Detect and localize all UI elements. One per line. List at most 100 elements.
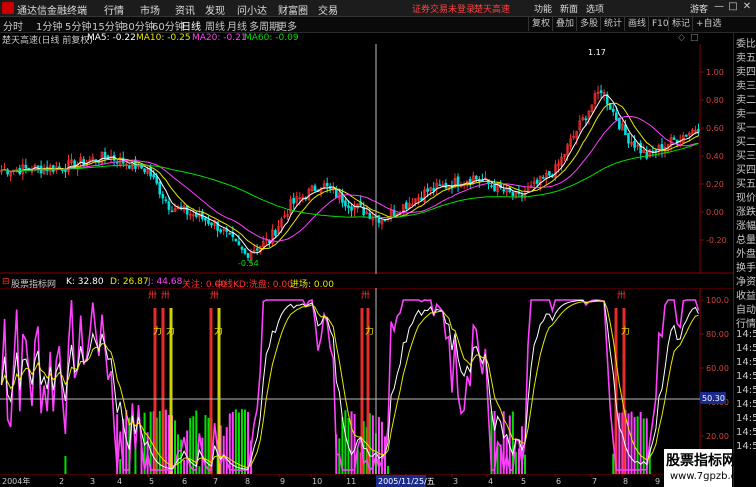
ma60-value: MA60: -0.09 [244,33,299,43]
k-line [1,299,699,470]
candle-body [685,134,688,137]
side-panel-item: 卖五 [736,53,756,64]
candle-body [36,165,40,168]
period-month[interactable]: 月线 [227,18,247,33]
signal-bar [183,459,186,474]
side-panel-item: 买五 [736,179,756,190]
btn-biaoji[interactable]: 标记 [668,17,693,31]
menu-faxian[interactable]: 发现 [205,2,225,17]
power-marker: 力 [153,325,162,337]
login-notice[interactable]: 证券交易未登录 [412,2,475,15]
signal-bar [642,418,645,474]
indicator-collapse-icon[interactable]: ⊟ [2,277,10,287]
date-tick-label: 7 [213,477,218,486]
candle-body [511,192,515,196]
candle-body [347,205,350,208]
watermark-title: 股票指标网 [666,453,736,469]
period-fenshi[interactable]: 分时 [3,18,23,33]
menu-jiaoyi[interactable]: 交易 [318,2,338,17]
btn-fuquan[interactable]: 复权 [528,17,553,31]
high-price-label: 1.17 [588,48,606,57]
settings-icon[interactable]: ◇ [678,33,685,43]
period-1min[interactable]: 1分钟 [36,18,62,33]
btn-tongji[interactable]: 统计 [600,17,625,31]
ma10-line [1,102,699,250]
ma20-line [1,115,699,242]
side-panel-item: 卖二 [736,95,756,106]
btn-diejia[interactable]: 叠加 [552,17,577,31]
main-tick-label: 0.20 [706,180,724,189]
minimize-panel-icon[interactable]: □ [690,33,699,43]
cursor-date: 2005/11/25/五 [378,477,435,486]
candle-body [158,181,162,195]
candle-body [234,238,238,242]
candle-body [204,217,207,221]
side-panel-item: 涨幅 [736,221,756,232]
signal-bar [612,453,615,474]
menu-zixun[interactable]: 资讯 [175,2,195,17]
d-value: D: 26.87 [110,277,149,287]
candle-body [24,164,28,169]
indicator-chart[interactable]: 卅卅卅卅卅力力力力力 100.080.0060.0040.0020.00 50.… [0,288,733,474]
up-marker: 卅 [210,290,219,301]
maximize-icon[interactable]: □ [726,1,740,12]
period-30min[interactable]: 30分钟 [122,18,155,33]
d-line [1,300,699,469]
signal-bar [164,409,167,474]
candle-body [475,175,478,180]
candle-body [344,200,347,207]
candle-body [207,219,210,224]
menu-wenxiaoda[interactable]: 问小达 [237,2,267,17]
btn-zixuan[interactable]: +自选 [692,17,725,31]
side-panel-item[interactable]: 自动 [736,301,756,316]
date-tick-label: 9 [655,477,660,486]
signal-bar [198,466,201,474]
candle-body [697,128,700,133]
candle-body [274,230,277,236]
candle-body [237,241,241,246]
tool-xuanxiang[interactable]: 选项 [586,2,604,15]
date-tick-label: 6 [556,477,561,486]
candle-body [493,184,496,192]
kline-chart[interactable]: 1.00 0.80 0.60 0.40 0.20 0.00 -0.20 1.17 -0.54 [0,44,733,274]
candle-body [599,90,603,93]
period-week[interactable]: 周线 [205,18,225,33]
date-tick-label: 5 [149,477,154,486]
candle-body [243,248,247,254]
btn-huaxian[interactable]: 画线 [624,17,649,31]
signal-bar [344,410,347,474]
ma10-value: MA10: -0.25 [136,33,191,43]
candle-body [210,222,213,226]
minimize-icon[interactable]: — [712,1,726,12]
signal-bar [636,416,639,474]
menu-shichang[interactable]: 市场 [140,2,160,17]
side-panel-item[interactable]: 行情 [736,315,756,330]
period-5min[interactable]: 5分钟 [65,18,91,33]
side-panel-item: 买一 [736,123,756,134]
side-panel-item: 卖四 [736,67,756,78]
period-more[interactable]: 更多 [277,18,297,33]
btn-duogu[interactable]: 多股 [576,17,601,31]
tool-gongneng[interactable]: 功能 [534,2,552,15]
side-panel-item: 14:50 [736,343,756,354]
period-day[interactable]: 日线 [181,18,201,33]
candle-body [672,137,676,140]
candle-body [645,151,649,159]
period-60min[interactable]: 60分钟 [152,18,185,33]
date-tick-label: 8 [623,477,628,486]
menu-hangqing[interactable]: 行情 [104,2,124,17]
menu-caifuquan[interactable]: 财富圈 [278,2,308,17]
side-panel-item: 14:50 [736,413,756,424]
side-panel-item: 买三 [736,151,756,162]
signal-bar [192,416,195,474]
signal-bar [119,459,122,474]
tool-xinmian[interactable]: 新面 [560,2,578,15]
side-panel-item: 卖一 [736,109,756,120]
tool-youke[interactable]: 游客 [690,2,708,15]
period-15min[interactable]: 15分钟 [92,18,125,33]
j-value: J: 44.68 [148,277,183,287]
candle-body [164,199,168,202]
close-icon[interactable]: ✕ [740,1,754,12]
period-multi[interactable]: 多周期 [249,18,279,33]
candle-body [350,206,353,211]
